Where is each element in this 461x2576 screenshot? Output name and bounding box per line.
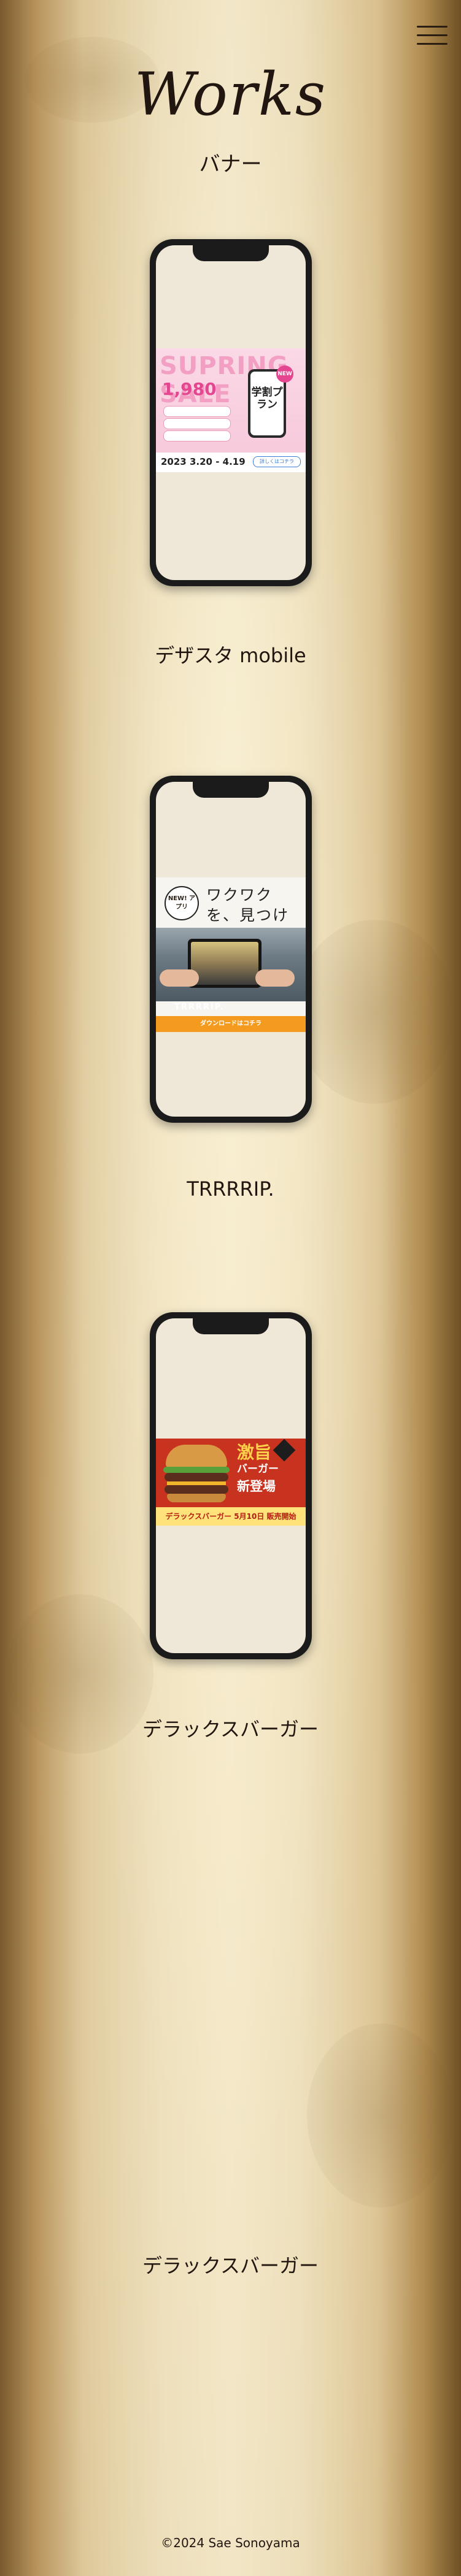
banner-subline: 新登場 <box>237 1479 276 1494</box>
banner-deluxe-burger: 激旨 バーガー 新登場 デラックスバーガー 5月10日 販売開始 <box>156 1439 306 1526</box>
phone-mockup-2[interactable]: NEW! アプリ ワクワクを、見つけよう！ TRRRRIP. ダウンロードはコチ… <box>150 776 312 1123</box>
hamburger-menu-icon <box>417 43 447 45</box>
hand-image <box>255 969 295 987</box>
section-subtitle: バナー <box>199 152 262 177</box>
banner-pill <box>163 430 231 441</box>
banner-cta: ダウンロードはコチラ <box>156 1016 306 1032</box>
hand-image <box>160 969 199 987</box>
new-badge: NEW <box>276 365 293 383</box>
banner-design-sta: SUPRING SALE 1,980 学割プラン NEW 2023 3.20 -… <box>156 348 306 472</box>
hamburger-menu-icon <box>417 34 447 36</box>
phone-notch <box>193 782 269 798</box>
phone-notch <box>193 1318 269 1334</box>
burger-lettuce <box>163 1467 230 1473</box>
corner-badge <box>273 1439 296 1462</box>
work-label-3: デラックスバーガー <box>142 1718 319 1741</box>
copyright: ©2024 Sae Sonoyama <box>161 2536 300 2550</box>
banner-plan: 学割プラン <box>250 372 284 435</box>
phone-screen: 激旨 バーガー 新登場 デラックスバーガー 5月10日 販売開始 <box>156 1318 306 1653</box>
hamburger-menu-icon <box>417 26 447 28</box>
banner-price: 1,980 <box>162 379 217 399</box>
work-label-4: デラックスバーガー <box>142 2254 319 2277</box>
banner-logo: TRRRRIP. <box>174 1003 225 1012</box>
banner-headline: 激旨 <box>237 1442 272 1462</box>
phone-mockup-1[interactable]: SUPRING SALE 1,980 学割プラン NEW 2023 3.20 -… <box>150 239 312 586</box>
tablet-image <box>188 939 261 988</box>
burger-patty <box>165 1485 228 1494</box>
banner-pill <box>163 418 231 429</box>
banner-trrrrip: NEW! アプリ ワクワクを、見つけよう！ TRRRRIP. ダウンロードはコチ… <box>156 877 306 1032</box>
hamburger-menu-button[interactable] <box>417 22 447 49</box>
phone-notch <box>193 245 269 261</box>
tablet-screen <box>191 942 258 985</box>
work-label-2: TRRRRIP. <box>187 1177 274 1201</box>
banner-subline: バーガー <box>237 1463 279 1475</box>
work-label-1: デザスタ mobile <box>155 644 306 667</box>
banner-strip: デラックスバーガー 5月10日 販売開始 <box>156 1507 306 1526</box>
background-stain <box>307 2024 454 2207</box>
burger-patty <box>165 1473 228 1481</box>
burger-bun <box>166 1445 227 1468</box>
burger-bun <box>167 1494 226 1502</box>
banner-pill <box>163 406 231 417</box>
background-stain <box>295 920 454 1104</box>
page-title: Works <box>134 60 327 129</box>
app-badge: NEW! アプリ <box>165 886 199 920</box>
banner-date: 2023 3.20 - 4.19 <box>161 456 246 467</box>
phone-screen: NEW! アプリ ワクワクを、見つけよう！ TRRRRIP. ダウンロードはコチ… <box>156 782 306 1117</box>
burger-image <box>162 1445 231 1502</box>
phone-screen: SUPRING SALE 1,980 学割プラン NEW 2023 3.20 -… <box>156 245 306 580</box>
phone-mockup-3[interactable]: 激旨 バーガー 新登場 デラックスバーガー 5月10日 販売開始 <box>150 1312 312 1659</box>
banner-cta: 詳しくはコチラ <box>253 456 301 467</box>
